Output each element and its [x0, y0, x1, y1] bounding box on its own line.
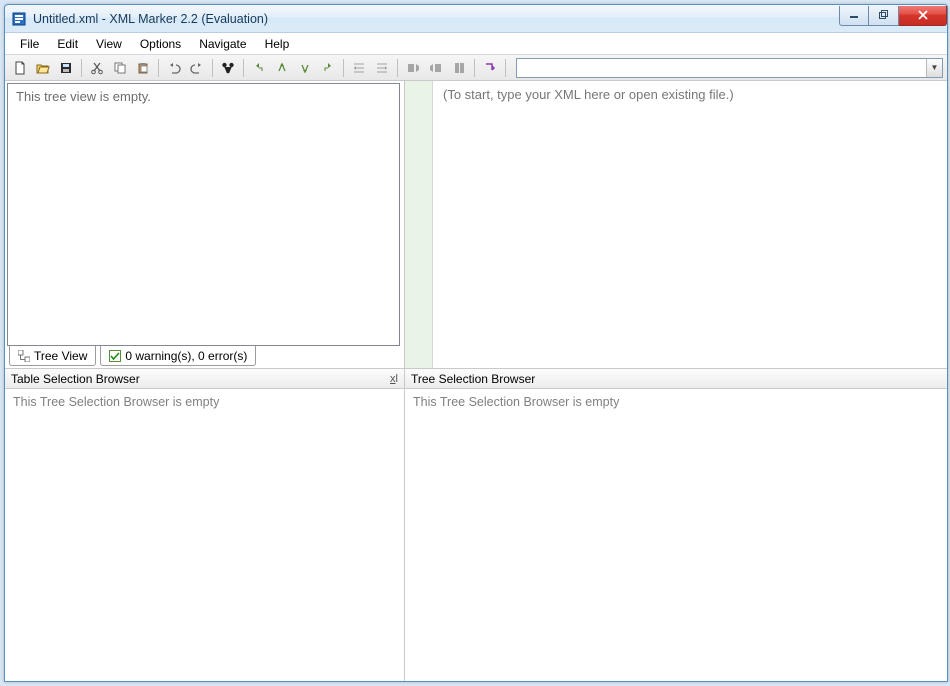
toolbar: ▼	[5, 55, 947, 81]
left-pane-tabs: Tree View 0 warning(s), 0 error(s)	[5, 346, 404, 368]
tree-selection-body[interactable]: This Tree Selection Browser is empty	[405, 389, 947, 681]
bookmark-toggle-icon[interactable]	[448, 57, 470, 79]
copy-icon[interactable]	[109, 57, 131, 79]
bookmark-next-icon[interactable]	[425, 57, 447, 79]
cut-icon[interactable]	[86, 57, 108, 79]
app-icon	[11, 11, 27, 27]
menu-help[interactable]: Help	[256, 35, 299, 53]
tree-icon	[18, 350, 30, 362]
menu-view[interactable]: View	[87, 35, 131, 53]
redo-icon[interactable]	[186, 57, 208, 79]
tab-tree-view[interactable]: Tree View	[9, 346, 96, 366]
window-title: Untitled.xml - XML Marker 2.2 (Evaluatio…	[33, 12, 268, 26]
menu-file[interactable]: File	[11, 35, 48, 53]
chevron-down-icon[interactable]: ▼	[926, 59, 942, 77]
table-selection-panel: Table Selection Browser xl This Tree Sel…	[5, 369, 405, 681]
window-controls	[839, 6, 947, 26]
nav-out-icon[interactable]	[271, 57, 293, 79]
close-button[interactable]	[899, 6, 947, 26]
refresh-icon[interactable]	[479, 57, 501, 79]
new-file-icon[interactable]	[9, 57, 31, 79]
editor-gutter	[405, 81, 433, 368]
panel-title: Table Selection Browser	[11, 372, 140, 386]
table-selection-body[interactable]: This Tree Selection Browser is empty	[5, 389, 404, 681]
tree-selection-panel: Tree Selection Browser This Tree Selecti…	[405, 369, 947, 681]
lower-split: Table Selection Browser xl This Tree Sel…	[5, 369, 947, 681]
bookmark-prev-icon[interactable]	[402, 57, 424, 79]
menu-edit[interactable]: Edit	[48, 35, 87, 53]
tab-errors-label: 0 warning(s), 0 error(s)	[125, 349, 247, 363]
minimize-button[interactable]	[839, 6, 869, 26]
right-pane: (To start, type your XML here or open ex…	[405, 81, 947, 368]
left-pane: This tree view is empty. Tree View 0 war…	[5, 81, 405, 368]
open-file-icon[interactable]	[32, 57, 54, 79]
nav-forward-icon[interactable]	[317, 57, 339, 79]
paste-icon[interactable]	[132, 57, 154, 79]
menu-options[interactable]: Options	[131, 35, 190, 53]
tab-tree-view-label: Tree View	[34, 349, 87, 363]
menubar: File Edit View Options Navigate Help	[5, 33, 947, 55]
find-icon[interactable]	[217, 57, 239, 79]
tree-placeholder: This tree view is empty.	[16, 89, 151, 104]
table-selection-header: Table Selection Browser xl	[5, 369, 404, 389]
save-file-icon[interactable]	[55, 57, 77, 79]
upper-split: This tree view is empty. Tree View 0 war…	[5, 81, 947, 369]
toolbar-separator	[243, 59, 244, 77]
nav-back-icon[interactable]	[248, 57, 270, 79]
toolbar-separator	[212, 59, 213, 77]
main-area: This tree view is empty. Tree View 0 war…	[5, 81, 947, 681]
toolbar-separator	[474, 59, 475, 77]
panel-close-icon[interactable]: xl	[390, 373, 398, 385]
undo-icon[interactable]	[163, 57, 185, 79]
xpath-combo[interactable]: ▼	[516, 58, 943, 78]
tree-selection-header: Tree Selection Browser	[405, 369, 947, 389]
indent-icon[interactable]	[371, 57, 393, 79]
check-icon	[109, 350, 121, 362]
panel-title: Tree Selection Browser	[411, 372, 535, 386]
menu-navigate[interactable]: Navigate	[190, 35, 255, 53]
maximize-button[interactable]	[869, 6, 899, 26]
panel-empty-text: This Tree Selection Browser is empty	[413, 395, 619, 409]
editor-placeholder: (To start, type your XML here or open ex…	[443, 87, 734, 102]
tab-errors[interactable]: 0 warning(s), 0 error(s)	[100, 346, 256, 366]
tree-view[interactable]: This tree view is empty.	[7, 83, 400, 346]
nav-in-icon[interactable]	[294, 57, 316, 79]
toolbar-separator	[343, 59, 344, 77]
toolbar-separator	[397, 59, 398, 77]
outdent-icon[interactable]	[348, 57, 370, 79]
xml-editor[interactable]: (To start, type your XML here or open ex…	[433, 81, 947, 368]
panel-empty-text: This Tree Selection Browser is empty	[13, 395, 219, 409]
titlebar[interactable]: Untitled.xml - XML Marker 2.2 (Evaluatio…	[5, 5, 947, 33]
toolbar-separator	[81, 59, 82, 77]
app-window: Untitled.xml - XML Marker 2.2 (Evaluatio…	[4, 4, 948, 682]
toolbar-separator	[158, 59, 159, 77]
toolbar-separator	[505, 59, 506, 77]
